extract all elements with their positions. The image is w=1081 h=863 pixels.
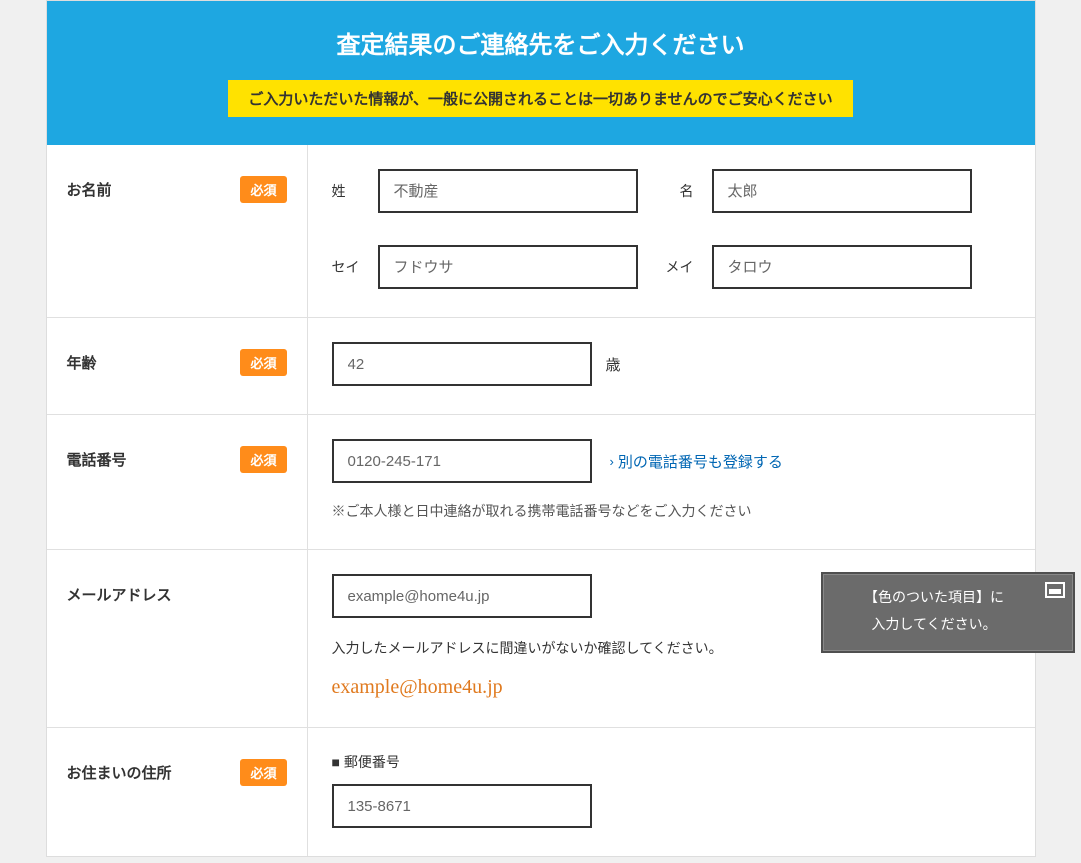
- label-age-text: 年齢: [67, 346, 97, 373]
- validation-toast: 【色のついた項目】に 入力してください。: [821, 572, 1075, 653]
- mei-kana-input[interactable]: [712, 245, 972, 289]
- label-phone: 電話番号 必須: [47, 415, 307, 549]
- email-input[interactable]: [332, 574, 592, 618]
- age-input[interactable]: [332, 342, 592, 386]
- mei-label: 名: [650, 181, 700, 201]
- phone-input[interactable]: [332, 439, 592, 483]
- body-phone: › 別の電話番号も登録する ※ご本人様と日中連絡が取れる携帯電話番号などをご入力…: [307, 415, 1035, 549]
- add-phone-link[interactable]: › 別の電話番号も登録する: [610, 451, 783, 472]
- form-header: 査定結果のご連絡先をご入力ください ご入力いただいた情報が、一般に公開されること…: [47, 1, 1035, 145]
- toast-line1: 【色のついた項目】に: [864, 589, 1004, 605]
- body-age: 歳: [307, 318, 1035, 414]
- phone-row: › 別の電話番号も登録する: [332, 439, 1011, 483]
- name-grid: 姓 名 セイ メイ: [332, 169, 1011, 289]
- postal-label: ■ 郵便番号: [332, 752, 1011, 772]
- label-address: お住まいの住所 必須: [47, 728, 307, 856]
- mei-kana-label: メイ: [650, 257, 700, 277]
- label-address-text: お住まいの住所: [67, 756, 172, 783]
- postal-input[interactable]: [332, 784, 592, 828]
- required-badge: 必須: [240, 446, 286, 473]
- body-address: ■ 郵便番号: [307, 728, 1035, 856]
- label-name-text: お名前: [67, 173, 112, 200]
- required-badge: 必須: [240, 176, 286, 203]
- phone-note: ※ご本人様と日中連絡が取れる携帯電話番号などをご入力ください: [332, 501, 1011, 521]
- row-phone: 電話番号 必須 › 別の電話番号も登録する ※ご本人様と日中連絡が取れる携帯電話…: [47, 415, 1035, 550]
- chevron-right-icon: ›: [610, 454, 614, 469]
- label-email: メールアドレス: [47, 550, 307, 727]
- label-age: 年齢 必須: [47, 318, 307, 414]
- body-name: 姓 名 セイ メイ: [307, 145, 1035, 317]
- age-unit: 歳: [606, 354, 621, 375]
- mei-input[interactable]: [712, 169, 972, 213]
- toast-line2: 入力してください。: [871, 616, 996, 632]
- sei-kana-input[interactable]: [378, 245, 638, 289]
- age-row: 歳: [332, 342, 1011, 386]
- label-email-text: メールアドレス: [67, 578, 172, 605]
- form-container: 査定結果のご連絡先をご入力ください ご入力いただいた情報が、一般に公開されること…: [46, 0, 1036, 857]
- add-phone-link-text: 別の電話番号も登録する: [618, 451, 783, 472]
- sei-kana-label: セイ: [332, 257, 366, 277]
- email-echo: example@home4u.jp: [332, 676, 1011, 699]
- sei-label: 姓: [332, 181, 366, 201]
- sei-input[interactable]: [378, 169, 638, 213]
- row-name: お名前 必須 姓 名 セイ メイ: [47, 145, 1035, 318]
- header-title: 査定結果のご連絡先をご入力ください: [67, 25, 1015, 60]
- minimize-icon[interactable]: [1045, 582, 1065, 598]
- label-name: お名前 必須: [47, 145, 307, 317]
- row-age: 年齢 必須 歳: [47, 318, 1035, 415]
- required-badge: 必須: [240, 349, 286, 376]
- postal-row: [332, 784, 1011, 828]
- header-notice: ご入力いただいた情報が、一般に公開されることは一切ありませんのでご安心ください: [228, 80, 852, 117]
- required-badge: 必須: [240, 759, 286, 786]
- row-address: お住まいの住所 必須 ■ 郵便番号: [47, 728, 1035, 856]
- label-phone-text: 電話番号: [67, 443, 127, 470]
